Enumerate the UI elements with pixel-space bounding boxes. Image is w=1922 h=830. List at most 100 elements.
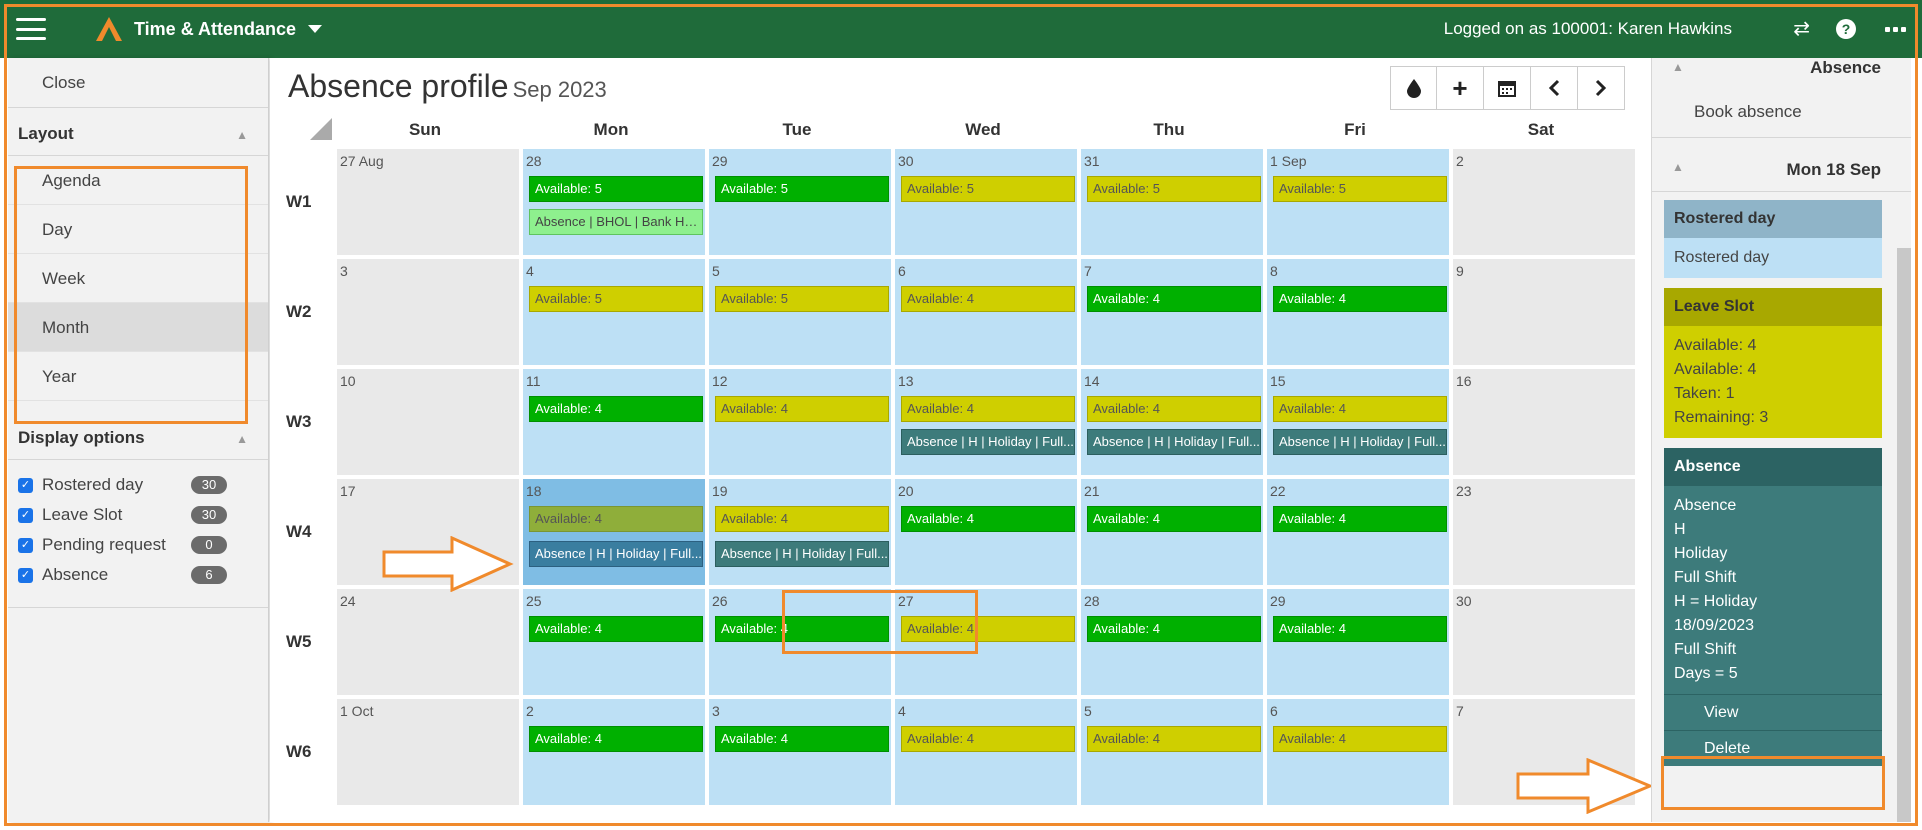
- day-cell[interactable]: 27 Aug: [336, 148, 520, 256]
- delete-button[interactable]: Delete: [1664, 730, 1882, 766]
- available-event[interactable]: Available: 5: [529, 176, 703, 202]
- layout-day[interactable]: Day: [8, 205, 268, 254]
- available-event[interactable]: Available: 4: [1273, 726, 1447, 752]
- available-event[interactable]: Available: 4: [1087, 506, 1261, 532]
- available-event[interactable]: Available: 5: [715, 176, 889, 202]
- rostered-day-checkbox[interactable]: ✓: [18, 477, 33, 493]
- day-cell[interactable]: 3 Available: 4: [708, 698, 892, 806]
- pending-request-checkbox[interactable]: ✓: [18, 537, 33, 553]
- available-event[interactable]: Available: 4: [1087, 396, 1261, 422]
- day-cell[interactable]: 30: [1452, 588, 1636, 696]
- day-cell[interactable]: 25 Available: 4: [522, 588, 706, 696]
- day-cell[interactable]: 9: [1452, 258, 1636, 366]
- book-absence-link[interactable]: Book absence: [1652, 86, 1911, 138]
- absence-event-selected[interactable]: Absence | H | Holiday | Full...: [529, 541, 703, 567]
- available-event[interactable]: Available: 4: [901, 616, 1075, 642]
- selected-date-header[interactable]: ▲ Mon 18 Sep: [1652, 138, 1911, 192]
- day-cell[interactable]: 21 Available: 4: [1080, 478, 1264, 586]
- day-cell[interactable]: 17: [336, 478, 520, 586]
- available-event[interactable]: Available: 4: [715, 726, 889, 752]
- chevron-up-icon[interactable]: ▲: [236, 128, 248, 142]
- day-cell[interactable]: 5 Available: 5: [708, 258, 892, 366]
- day-cell[interactable]: 2 Available: 4: [522, 698, 706, 806]
- view-button[interactable]: View: [1664, 694, 1882, 730]
- day-cell[interactable]: 14 Available: 4 Absence | H | Holiday | …: [1080, 368, 1264, 476]
- day-cell[interactable]: 4 Available: 4: [894, 698, 1078, 806]
- chevron-up-icon[interactable]: ▲: [1672, 160, 1684, 174]
- leave-slot-checkbox[interactable]: ✓: [18, 507, 33, 523]
- available-event[interactable]: Available: 4: [715, 506, 889, 532]
- day-cell[interactable]: 1 Sep Available: 5: [1266, 148, 1450, 256]
- day-cell[interactable]: 5 Available: 4: [1080, 698, 1264, 806]
- day-cell[interactable]: 8 Available: 4: [1266, 258, 1450, 366]
- day-cell[interactable]: 31 Available: 5: [1080, 148, 1264, 256]
- available-event[interactable]: Available: 5: [715, 286, 889, 312]
- close-button[interactable]: Close: [8, 58, 268, 108]
- absence-event[interactable]: Absence | H | Holiday | Full...: [901, 429, 1075, 455]
- day-cell[interactable]: 19 Available: 4 Absence | H | Holiday | …: [708, 478, 892, 586]
- available-event[interactable]: Available: 4: [529, 506, 703, 532]
- day-cell[interactable]: 6 Available: 4: [1266, 698, 1450, 806]
- bank-holiday-event[interactable]: Absence | BHOL | Bank Ho...: [529, 209, 703, 235]
- available-event[interactable]: Available: 4: [1273, 616, 1447, 642]
- display-options-header[interactable]: Display options ▲: [8, 412, 268, 460]
- available-event[interactable]: Available: 4: [715, 396, 889, 422]
- day-cell[interactable]: 7 Available: 4: [1080, 258, 1264, 366]
- switch-icon[interactable]: ⇄: [1793, 16, 1810, 41]
- available-event[interactable]: Available: 4: [529, 396, 703, 422]
- absence-event[interactable]: Absence | H | Holiday | Full...: [715, 541, 889, 567]
- available-event[interactable]: Available: 4: [1087, 286, 1261, 312]
- day-cell[interactable]: 10: [336, 368, 520, 476]
- prev-icon[interactable]: [1531, 66, 1578, 110]
- available-event[interactable]: Available: 4: [715, 616, 889, 642]
- day-cell[interactable]: 29 Available: 5: [708, 148, 892, 256]
- layout-week[interactable]: Week: [8, 254, 268, 303]
- day-cell[interactable]: 30 Available: 5: [894, 148, 1078, 256]
- available-event[interactable]: Available: 5: [1273, 176, 1447, 202]
- day-cell[interactable]: 24: [336, 588, 520, 696]
- day-cell[interactable]: 12 Available: 4: [708, 368, 892, 476]
- day-cell[interactable]: 27 Available: 4: [894, 588, 1078, 696]
- layout-agenda[interactable]: Agenda: [8, 156, 268, 205]
- absence-section-header[interactable]: ▲ Absence: [1652, 58, 1911, 86]
- color-drop-icon[interactable]: [1390, 66, 1437, 110]
- day-cell[interactable]: 4 Available: 5: [522, 258, 706, 366]
- layout-month[interactable]: Month: [8, 303, 268, 352]
- available-event[interactable]: Available: 4: [901, 506, 1075, 532]
- layout-section-header[interactable]: Layout ▲: [8, 108, 268, 156]
- available-event[interactable]: Available: 5: [901, 176, 1075, 202]
- available-event[interactable]: Available: 4: [1273, 396, 1447, 422]
- day-cell[interactable]: 28 Available: 4: [1080, 588, 1264, 696]
- day-cell[interactable]: 29 Available: 4: [1266, 588, 1450, 696]
- day-cell[interactable]: 28 Available: 5 Absence | BHOL | Bank Ho…: [522, 148, 706, 256]
- day-cell[interactable]: 20 Available: 4: [894, 478, 1078, 586]
- day-cell[interactable]: 11 Available: 4: [522, 368, 706, 476]
- day-cell[interactable]: 26 Available: 4: [708, 588, 892, 696]
- absence-checkbox[interactable]: ✓: [18, 567, 33, 583]
- chevron-up-icon[interactable]: ▲: [236, 432, 248, 446]
- available-event[interactable]: Available: 4: [529, 726, 703, 752]
- available-event[interactable]: Available: 4: [901, 396, 1075, 422]
- available-event[interactable]: Available: 4: [1273, 506, 1447, 532]
- absence-event[interactable]: Absence | H | Holiday | Full...: [1087, 429, 1261, 455]
- day-cell[interactable]: 6 Available: 4: [894, 258, 1078, 366]
- day-cell[interactable]: 1 Oct: [336, 698, 520, 806]
- available-event[interactable]: Available: 4: [1087, 726, 1261, 752]
- day-cell[interactable]: 13 Available: 4 Absence | H | Holiday | …: [894, 368, 1078, 476]
- available-event[interactable]: Available: 4: [1087, 616, 1261, 642]
- chevron-down-icon[interactable]: [308, 25, 323, 33]
- menu-icon[interactable]: [16, 18, 46, 40]
- day-cell[interactable]: 15 Available: 4 Absence | H | Holiday | …: [1266, 368, 1450, 476]
- day-cell[interactable]: 7: [1452, 698, 1636, 806]
- help-icon[interactable]: ?: [1836, 19, 1856, 39]
- available-event[interactable]: Available: 4: [901, 286, 1075, 312]
- day-cell[interactable]: 2: [1452, 148, 1636, 256]
- layout-year[interactable]: Year: [8, 352, 268, 401]
- day-cell-selected[interactable]: 18 Available: 4 Absence | H | Holiday | …: [522, 478, 706, 586]
- calendar-icon[interactable]: [1484, 66, 1531, 110]
- day-cell[interactable]: 3: [336, 258, 520, 366]
- scrollbar[interactable]: [1897, 248, 1911, 822]
- more-icon[interactable]: [1885, 27, 1906, 32]
- day-cell[interactable]: 16: [1452, 368, 1636, 476]
- available-event[interactable]: Available: 4: [1273, 286, 1447, 312]
